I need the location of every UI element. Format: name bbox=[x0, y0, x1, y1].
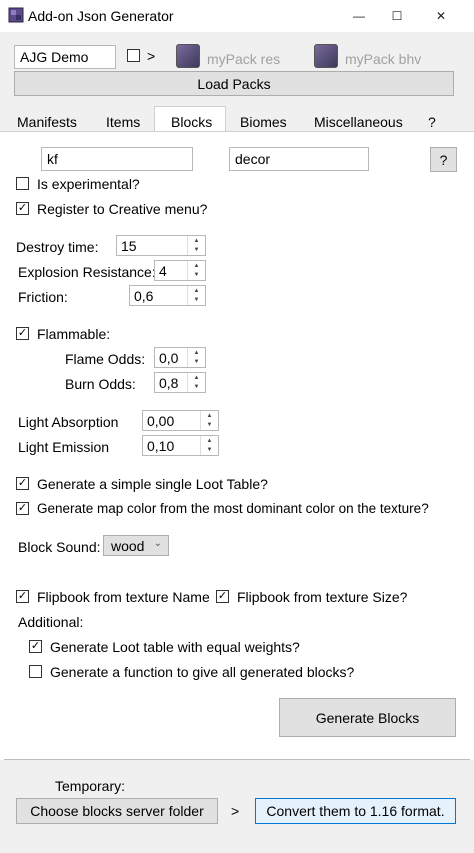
destroy-time-value[interactable]: 15 bbox=[117, 236, 187, 255]
explosion-resistance-spinner[interactable]: 4 ▲ ▼ bbox=[154, 260, 206, 281]
map-color-checkbox[interactable]: ✓ bbox=[16, 502, 29, 515]
explosion-resistance-value[interactable]: 4 bbox=[155, 261, 187, 280]
spin-up-icon[interactable]: ▲ bbox=[188, 236, 205, 246]
spin-down-icon[interactable]: ▼ bbox=[188, 358, 205, 368]
load-packs-button[interactable]: Load Packs bbox=[14, 71, 454, 96]
block-sound-value: wood bbox=[111, 537, 145, 554]
bottom-separator bbox=[4, 759, 470, 760]
explosion-resistance-label: Explosion Resistance: bbox=[18, 264, 156, 280]
flame-odds-spinner[interactable]: 0,0 ▲ ▼ bbox=[154, 347, 206, 368]
additional-label: Additional: bbox=[18, 614, 84, 630]
spin-down-icon[interactable]: ▼ bbox=[201, 421, 218, 431]
maximize-button[interactable]: ☐ bbox=[374, 0, 420, 32]
tab-miscellaneous[interactable]: Miscellaneous bbox=[314, 114, 403, 130]
experimental-label: Is experimental? bbox=[37, 176, 140, 192]
loot-table-label: Generate a simple single Loot Table? bbox=[37, 476, 268, 492]
flipbook-size-label: Flipbook from texture Size? bbox=[237, 589, 408, 605]
light-emission-value[interactable]: 0,10 bbox=[143, 436, 200, 455]
burn-odds-value[interactable]: 0,8 bbox=[155, 373, 187, 392]
spin-down-icon[interactable]: ▼ bbox=[188, 296, 205, 306]
block-sound-label: Block Sound: bbox=[18, 539, 101, 555]
light-emission-label: Light Emission bbox=[18, 439, 110, 455]
destroy-time-label: Destroy time: bbox=[16, 239, 99, 255]
flammable-checkbox[interactable]: ✓ bbox=[16, 327, 29, 340]
spin-up-icon[interactable]: ▲ bbox=[188, 261, 205, 271]
spin-up-icon[interactable]: ▲ bbox=[188, 286, 205, 296]
equal-weights-checkbox[interactable]: ✓ bbox=[29, 640, 42, 653]
choose-folder-button[interactable]: Choose blocks server folder bbox=[16, 798, 218, 824]
spin-down-icon[interactable]: ▼ bbox=[188, 246, 205, 256]
spin-down-icon[interactable]: ▼ bbox=[188, 383, 205, 393]
chevron-down-icon: ⌄ bbox=[153, 538, 162, 549]
friction-label: Friction: bbox=[18, 289, 68, 305]
experimental-checkbox[interactable] bbox=[16, 177, 29, 190]
namespace-input[interactable]: kf bbox=[41, 147, 193, 171]
tab-help[interactable]: ? bbox=[428, 114, 436, 130]
burn-odds-label: Burn Odds: bbox=[65, 376, 136, 392]
light-absorption-spinner[interactable]: 0,00 ▲ ▼ bbox=[142, 410, 219, 431]
window-title: Add-on Json Generator bbox=[28, 8, 174, 24]
generate-blocks-button[interactable]: Generate Blocks bbox=[279, 698, 456, 737]
project-name-input[interactable]: AJG Demo bbox=[14, 45, 116, 69]
temporary-label: Temporary: bbox=[55, 778, 126, 794]
spin-down-icon[interactable]: ▼ bbox=[201, 446, 218, 456]
bhv-pack-icon bbox=[314, 44, 338, 68]
res-pack-icon bbox=[176, 44, 200, 68]
spin-up-icon[interactable]: ▲ bbox=[201, 436, 218, 446]
flammable-label: Flammable: bbox=[37, 326, 111, 342]
title-bar: Add-on Json Generator — ☐ ✕ bbox=[0, 0, 474, 32]
arrow-label: > bbox=[147, 48, 156, 64]
spin-up-icon[interactable]: ▲ bbox=[188, 348, 205, 358]
friction-spinner[interactable]: 0,6 ▲ ▼ bbox=[129, 285, 206, 306]
equal-weights-label: Generate Loot table with equal weights? bbox=[50, 639, 300, 655]
destroy-time-spinner[interactable]: 15 ▲ ▼ bbox=[116, 235, 206, 256]
friction-value[interactable]: 0,6 bbox=[130, 286, 187, 305]
help-button[interactable]: ? bbox=[430, 147, 457, 172]
light-absorption-value[interactable]: 0,00 bbox=[143, 411, 200, 430]
flipbook-size-checkbox[interactable]: ✓ bbox=[216, 590, 229, 603]
category-input[interactable]: decor bbox=[229, 147, 369, 171]
creative-label: Register to Creative menu? bbox=[37, 201, 208, 217]
tab-items[interactable]: Items bbox=[106, 114, 140, 130]
map-color-label: Generate map color from the most dominan… bbox=[37, 501, 429, 516]
block-sound-select[interactable]: wood ⌄ bbox=[103, 535, 169, 556]
flipbook-name-label: Flipbook from texture Name bbox=[37, 589, 210, 605]
flame-odds-value[interactable]: 0,0 bbox=[155, 348, 187, 367]
convert-button[interactable]: Convert them to 1.16 format. bbox=[255, 798, 456, 824]
tab-blocks[interactable]: Blocks bbox=[171, 114, 212, 130]
give-function-label: Generate a function to give all generate… bbox=[50, 664, 355, 680]
burn-odds-spinner[interactable]: 0,8 ▲ ▼ bbox=[154, 372, 206, 393]
app-icon bbox=[8, 7, 24, 23]
temporary-arrow: > bbox=[231, 803, 240, 819]
flame-odds-label: Flame Odds: bbox=[65, 351, 146, 367]
spin-up-icon[interactable]: ▲ bbox=[188, 373, 205, 383]
res-pack-label: myPack res bbox=[207, 51, 281, 67]
light-emission-spinner[interactable]: 0,10 ▲ ▼ bbox=[142, 435, 219, 456]
spin-down-icon[interactable]: ▼ bbox=[188, 271, 205, 281]
tab-biomes[interactable]: Biomes bbox=[240, 114, 287, 130]
give-function-checkbox[interactable] bbox=[29, 665, 42, 678]
loot-table-checkbox[interactable]: ✓ bbox=[16, 477, 29, 490]
spin-up-icon[interactable]: ▲ bbox=[201, 411, 218, 421]
light-absorption-label: Light Absorption bbox=[18, 414, 119, 430]
close-button[interactable]: ✕ bbox=[418, 0, 464, 32]
flipbook-name-checkbox[interactable]: ✓ bbox=[16, 590, 29, 603]
bhv-pack-label: myPack bhv bbox=[345, 51, 422, 67]
tab-manifests[interactable]: Manifests bbox=[17, 114, 77, 130]
creative-checkbox[interactable]: ✓ bbox=[16, 202, 29, 215]
project-checkbox[interactable] bbox=[127, 49, 140, 62]
